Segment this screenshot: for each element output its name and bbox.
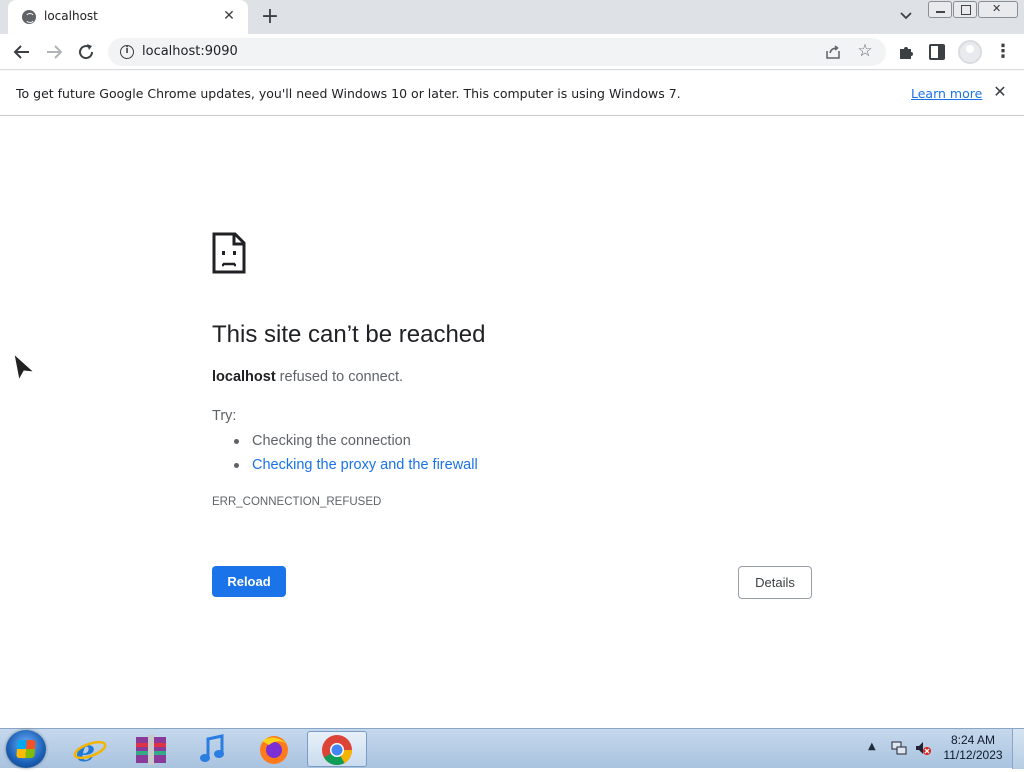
error-code: ERR_CONNECTION_REFUSED — [212, 496, 382, 508]
suggestions-list: Checking the connection Checking the pro… — [234, 431, 478, 479]
itunes-icon[interactable] — [184, 731, 240, 767]
archive-icon[interactable] — [122, 731, 178, 767]
firefox-icon[interactable] — [245, 731, 301, 767]
volume-muted-icon[interactable] — [914, 739, 932, 757]
network-icon[interactable] — [890, 739, 908, 757]
address-bar[interactable]: i localhost:9090 ☆ — [108, 38, 886, 66]
back-arrow-icon[interactable] — [10, 40, 34, 64]
reload-button[interactable]: Reload — [212, 566, 286, 597]
page-title: This site can’t be reached — [212, 321, 486, 348]
start-button[interactable] — [6, 730, 46, 768]
share-icon[interactable] — [824, 43, 842, 61]
ie-icon[interactable]: e — [62, 731, 118, 769]
url-text[interactable]: localhost:9090 — [142, 44, 238, 59]
window-restore-button[interactable] — [953, 1, 977, 18]
infobar-close-icon[interactable]: ✕ — [989, 81, 1011, 103]
update-infobar: To get future Google Chrome updates, you… — [0, 71, 1024, 116]
clock-date: 11/12/2023 — [943, 748, 1003, 762]
mouse-cursor-icon — [12, 352, 36, 385]
error-host: localhost — [212, 369, 276, 385]
info-icon[interactable]: i — [120, 45, 134, 59]
tab-strip: localhost ✕ + — [0, 0, 1024, 34]
learn-more-link[interactable]: Learn more — [911, 86, 982, 101]
suggestion-link-label[interactable]: Checking the proxy and the firewall — [252, 457, 478, 473]
window-minimize-button[interactable] — [928, 1, 952, 18]
error-description-suffix: refused to connect. — [275, 369, 404, 385]
suggestion-check-connection: Checking the connection — [234, 431, 478, 455]
taskbar: e ▲ 8:24 AM 11/12/2023 — [0, 728, 1024, 769]
sad-page-icon — [212, 232, 246, 278]
forward-arrow-icon[interactable] — [42, 40, 66, 64]
chrome-icon[interactable] — [307, 731, 367, 767]
tab-close-icon[interactable]: ✕ — [220, 7, 238, 25]
system-clock[interactable]: 8:24 AM 11/12/2023 — [940, 733, 1006, 763]
window-close-button[interactable] — [978, 1, 1018, 18]
page-content: This site can’t be reached localhost ref… — [0, 116, 1024, 728]
bookmark-star-icon[interactable]: ☆ — [856, 41, 874, 61]
new-tab-button[interactable]: + — [258, 4, 282, 30]
clock-time: 8:24 AM — [950, 733, 996, 747]
profile-avatar[interactable] — [958, 40, 982, 64]
error-description: localhost refused to connect. — [212, 369, 403, 385]
kebab-menu-icon[interactable]: ⋮ — [994, 40, 1012, 64]
show-desktop-button[interactable] — [1012, 729, 1024, 769]
tray-overflow-icon[interactable]: ▲ — [868, 741, 876, 752]
tab-search-chevron-icon[interactable] — [896, 6, 916, 26]
suggestion-label: Checking the connection — [252, 433, 411, 449]
side-panel-icon[interactable] — [929, 44, 945, 60]
details-button[interactable]: Details — [738, 566, 812, 599]
suggestion-check-proxy-link[interactable]: Checking the proxy and the firewall — [234, 455, 478, 479]
reload-icon[interactable] — [74, 40, 98, 64]
infobar-message: To get future Google Chrome updates, you… — [16, 86, 681, 101]
extensions-puzzle-icon[interactable] — [896, 42, 916, 62]
globe-icon — [22, 10, 36, 24]
tab-title: localhost — [44, 9, 98, 23]
tab-localhost[interactable]: localhost ✕ — [8, 0, 248, 34]
try-label: Try: — [212, 408, 237, 424]
browser-toolbar: i localhost:9090 ☆ ⋮ — [0, 34, 1024, 70]
